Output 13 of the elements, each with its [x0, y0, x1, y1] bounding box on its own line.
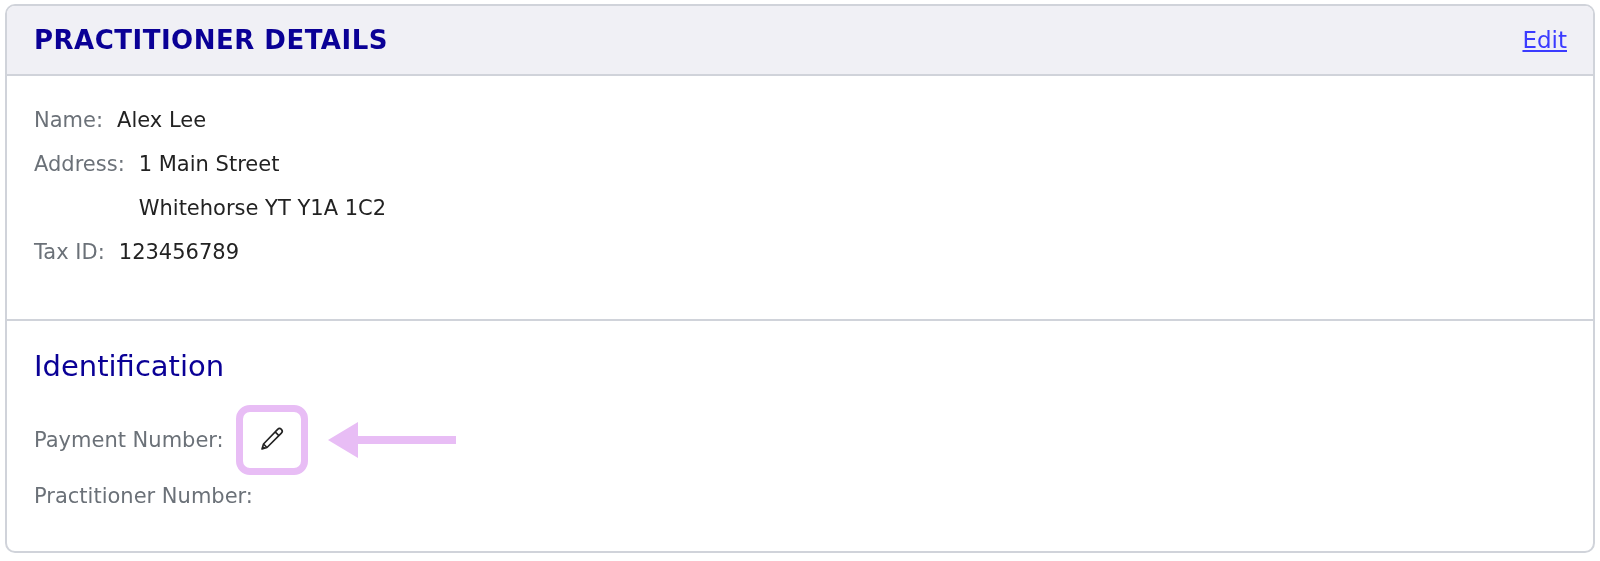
- field-label: Address:: [34, 151, 125, 178]
- field-label: Payment Number:: [34, 427, 224, 454]
- edit-button[interactable]: [235, 405, 308, 475]
- field-value: Whitehorse YT Y1A 1C2: [138, 195, 387, 222]
- section-heading: Identification: [34, 349, 226, 383]
- field-label: Tax ID:: [34, 239, 105, 266]
- field-value: Alex Lee: [117, 107, 207, 134]
- field-label: Name:: [34, 107, 104, 134]
- field-value: 123456789: [118, 239, 239, 266]
- card-title: PRACTITIONER DETAILS: [34, 25, 388, 55]
- edit-link[interactable]: Edit: [1522, 27, 1567, 53]
- field-label: Practitioner Number:: [34, 483, 253, 510]
- field-value: 1 Main Street: [138, 151, 281, 178]
